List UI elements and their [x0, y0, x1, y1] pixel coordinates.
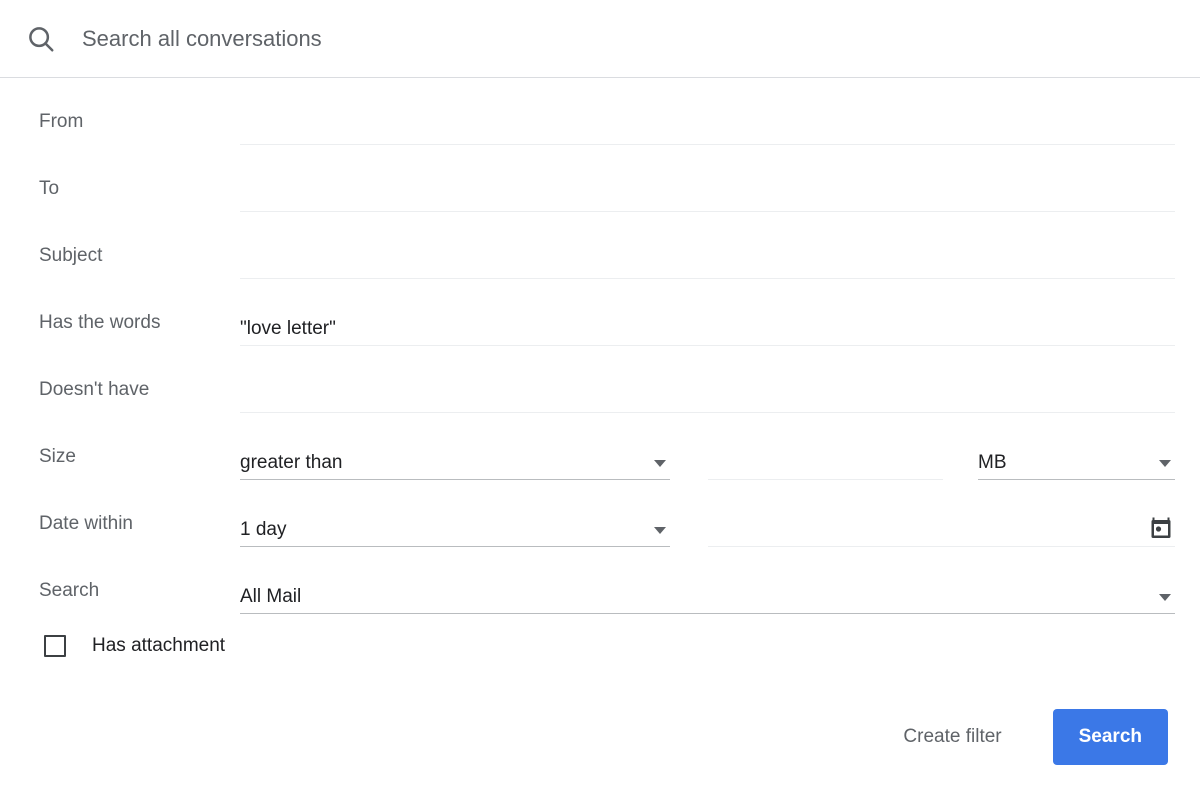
date-range-dropdown[interactable]: 1 day — [240, 513, 670, 547]
size-operator-dropdown[interactable]: greater than — [240, 446, 670, 480]
label-size: Size — [39, 446, 76, 467]
field-row-size: Size greater than MB — [0, 413, 1200, 480]
has-attachment-row: Has attachment — [0, 614, 1200, 678]
search-scope-dropdown[interactable]: All Mail — [240, 580, 1175, 614]
chevron-down-icon — [1159, 460, 1171, 467]
search-button[interactable]: Search — [1052, 709, 1168, 765]
controls-from — [240, 111, 1200, 145]
to-input-wrapper — [240, 178, 1175, 212]
field-row-doesnt-have: Doesn't have — [0, 346, 1200, 413]
calendar-icon[interactable] — [1149, 516, 1173, 540]
form-actions: Create filter Search — [0, 709, 1200, 765]
chevron-down-icon — [1159, 594, 1171, 601]
size-unit-dropdown[interactable]: MB — [978, 446, 1175, 480]
date-input[interactable] — [708, 518, 1175, 541]
field-row-search-scope: Search All Mail — [0, 547, 1200, 614]
label-has-words: Has the words — [39, 312, 161, 333]
controls-to — [240, 178, 1200, 212]
controls-size: greater than MB — [240, 446, 1200, 480]
subject-input-wrapper — [240, 245, 1175, 279]
size-operator-value: greater than — [240, 452, 343, 473]
controls-doesnt-have — [240, 379, 1200, 413]
search-scope-value: All Mail — [240, 586, 302, 607]
search-header — [0, 0, 1200, 78]
label-doesnt-have: Doesn't have — [39, 379, 150, 400]
field-row-to: To — [0, 145, 1200, 212]
field-row-from: From — [0, 78, 1200, 145]
chevron-down-icon — [654, 527, 666, 534]
label-from: From — [39, 111, 84, 132]
advanced-search-form: From To Subject Has the words "love lett… — [0, 78, 1200, 765]
field-row-has-words: Has the words — [0, 279, 1200, 346]
controls-subject — [240, 245, 1200, 279]
from-input[interactable] — [240, 116, 1175, 139]
size-unit-value: MB — [978, 452, 1007, 473]
has-words-input-wrapper — [240, 312, 1175, 346]
has-attachment-label: Has attachment — [92, 635, 226, 656]
field-row-subject: Subject — [0, 212, 1200, 279]
to-input[interactable] — [240, 183, 1175, 206]
controls-search-scope: All Mail — [240, 580, 1200, 614]
from-input-wrapper — [240, 111, 1175, 145]
label-search-scope: Search — [39, 580, 100, 601]
controls-has-words — [240, 312, 1200, 346]
date-input-wrapper — [708, 513, 1175, 547]
chevron-down-icon — [654, 460, 666, 467]
date-range-value: 1 day — [240, 519, 287, 540]
size-amount-input[interactable] — [708, 451, 943, 474]
doesnt-have-input-wrapper — [240, 379, 1175, 413]
create-filter-button[interactable]: Create filter — [891, 716, 1013, 758]
subject-input[interactable] — [240, 250, 1175, 273]
controls-date-within: 1 day — [240, 513, 1200, 547]
label-to: To — [39, 178, 60, 199]
field-row-date-within: Date within 1 day — [0, 480, 1200, 547]
size-amount-wrapper — [708, 446, 943, 480]
label-subject: Subject — [39, 245, 103, 266]
has-attachment-checkbox[interactable] — [44, 635, 66, 657]
search-icon[interactable] — [26, 24, 56, 54]
doesnt-have-input[interactable] — [240, 384, 1175, 407]
has-words-input[interactable] — [240, 317, 1175, 340]
label-date-within: Date within — [39, 513, 133, 534]
search-input[interactable] — [82, 25, 982, 52]
